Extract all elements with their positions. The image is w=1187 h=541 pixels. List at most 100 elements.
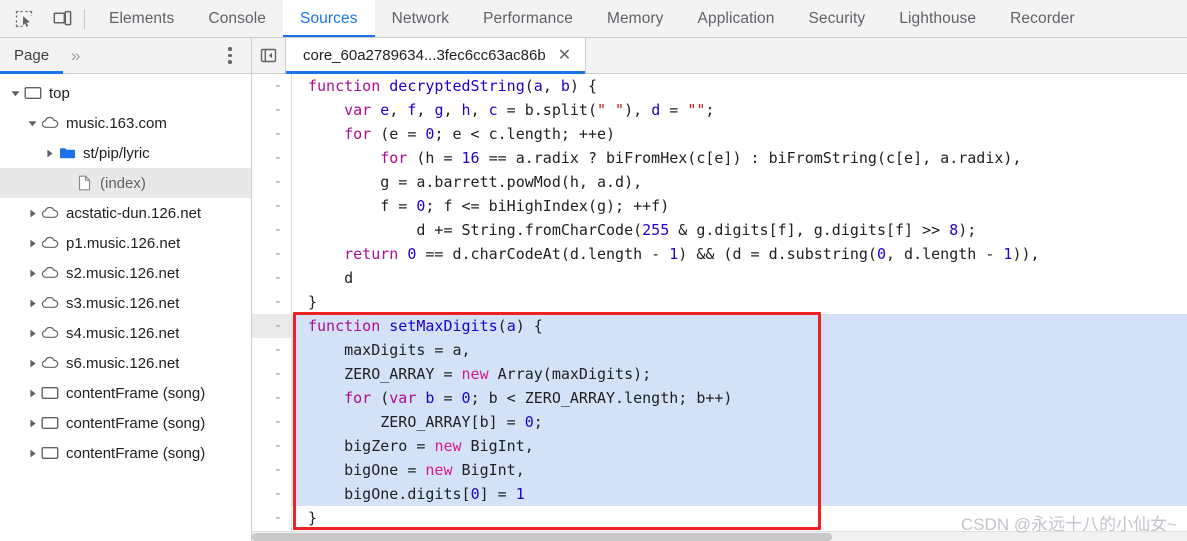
horizontal-scrollbar[interactable] [252, 531, 1187, 541]
line-gutter-marker[interactable]: - [252, 314, 292, 338]
line-gutter-marker[interactable]: - [252, 410, 292, 434]
panel-tab-security[interactable]: Security [791, 0, 882, 37]
tree-item[interactable]: contentFrame (song) [0, 438, 251, 468]
code-line[interactable]: - function setMaxDigits(a) { [252, 314, 1187, 338]
line-gutter-marker[interactable]: - [252, 218, 292, 242]
tree-item[interactable]: st/pip/lyric [0, 138, 251, 168]
line-gutter-marker[interactable]: - [252, 506, 292, 530]
tree-item-label: s3.music.126.net [66, 294, 180, 312]
code-line[interactable]: - d += String.fromCharCode(255 & g.digit… [252, 218, 1187, 242]
horizontal-scrollbar-thumb[interactable] [252, 533, 832, 541]
code-line-text: bigOne.digits[0] = 1 [292, 482, 1187, 506]
chevron-right-icon[interactable] [25, 299, 39, 308]
panel-tab-sources[interactable]: Sources [283, 0, 375, 37]
line-gutter-marker[interactable]: - [252, 338, 292, 362]
inspect-element-icon[interactable] [10, 5, 38, 33]
line-gutter-marker[interactable]: - [252, 194, 292, 218]
devtools-window: Elements Console Sources Network Performance… [0, 0, 1187, 541]
line-gutter-marker[interactable]: - [252, 242, 292, 266]
tree-item[interactable]: s6.music.126.net [0, 348, 251, 378]
code-line-text: function decryptedString(a, b) { [308, 77, 597, 95]
tree-item[interactable]: acstatic-dun.126.net [0, 198, 251, 228]
code-line[interactable]: - ZERO_ARRAY = new Array(maxDigits); [252, 362, 1187, 386]
code-editor[interactable]: - function decryptedString(a, b) {- var e… [252, 74, 1187, 541]
tree-item[interactable]: contentFrame (song) [0, 378, 251, 408]
tree-item[interactable]: p1.music.126.net [0, 228, 251, 258]
chevron-right-icon[interactable] [42, 149, 56, 158]
tree-item-label: top [49, 84, 70, 102]
line-gutter-marker[interactable]: - [252, 290, 292, 314]
chevron-right-icon[interactable] [25, 269, 39, 278]
code-line-text: ZERO_ARRAY = new Array(maxDigits); [292, 362, 1187, 386]
code-line[interactable]: - ZERO_ARRAY[b] = 0; [252, 410, 1187, 434]
line-gutter-marker[interactable]: - [252, 458, 292, 482]
more-options-icon[interactable] [215, 38, 245, 73]
chevron-right-icon[interactable] [25, 419, 39, 428]
panel-tab-console[interactable]: Console [191, 0, 283, 37]
tree-item[interactable]: s2.music.126.net [0, 258, 251, 288]
line-gutter-marker[interactable]: - [252, 362, 292, 386]
editor-file-tab-label: core_60a2789634...3fec6cc63ac86b [303, 47, 546, 64]
code-line[interactable]: -} [252, 290, 1187, 314]
tree-item-label: st/pip/lyric [83, 144, 150, 162]
chevron-right-icon[interactable] [25, 389, 39, 398]
code-line[interactable]: - for (var b = 0; b < ZERO_ARRAY.length;… [252, 386, 1187, 410]
chevron-right-icon[interactable] [25, 359, 39, 368]
code-line[interactable]: - f = 0; f <= biHighIndex(g); ++f) [252, 194, 1187, 218]
code-line[interactable]: - return 0 == d.charCodeAt(d.length - 1)… [252, 242, 1187, 266]
chevron-right-icon[interactable] [25, 329, 39, 338]
panel-tab-label: Network [391, 9, 450, 27]
devtools-panel-tabs: Elements Console Sources Network Performance… [92, 0, 1187, 37]
tree-item[interactable]: contentFrame (song) [0, 408, 251, 438]
chevron-right-icon[interactable] [25, 239, 39, 248]
code-line-text: function setMaxDigits(a) { [292, 314, 1187, 338]
tree-item[interactable]: s3.music.126.net [0, 288, 251, 318]
panel-tab-label: Console [208, 9, 266, 27]
editor-file-tab[interactable]: core_60a2789634...3fec6cc63ac86b ✕ [286, 38, 587, 74]
panel-tab-performance[interactable]: Performance [466, 0, 590, 37]
navigator-tab-page[interactable]: Page [0, 38, 64, 74]
code-line[interactable]: - bigZero = new BigInt, [252, 434, 1187, 458]
line-gutter-marker[interactable]: - [252, 266, 292, 290]
tree-item[interactable]: top [0, 78, 251, 108]
navigator-more-tabs-icon[interactable]: » [63, 38, 86, 73]
code-line[interactable]: - g = a.barrett.powMod(h, a.d), [252, 170, 1187, 194]
code-line[interactable]: - maxDigits = a, [252, 338, 1187, 362]
frame-icon [39, 446, 61, 460]
chevron-down-icon[interactable] [25, 119, 39, 128]
code-line[interactable]: - bigOne.digits[0] = 1 [252, 482, 1187, 506]
panel-tab-recorder[interactable]: Recorder [993, 0, 1092, 37]
panel-tab-memory[interactable]: Memory [590, 0, 681, 37]
line-gutter-marker[interactable]: - [252, 170, 292, 194]
panel-tab-application[interactable]: Application [681, 0, 792, 37]
line-gutter-marker[interactable]: - [252, 434, 292, 458]
line-gutter-marker[interactable]: - [252, 386, 292, 410]
tree-item[interactable]: s4.music.126.net [0, 318, 251, 348]
code-line[interactable]: - var e, f, g, h, c = b.split(" "), d = … [252, 98, 1187, 122]
line-gutter-marker[interactable]: - [252, 98, 292, 122]
panel-tab-network[interactable]: Network [375, 0, 467, 37]
code-line[interactable]: - for (h = 16 == a.radix ? biFromHex(c[e… [252, 146, 1187, 170]
chevron-down-icon[interactable] [8, 89, 22, 98]
code-line[interactable]: -} [252, 506, 1187, 530]
line-gutter-marker[interactable]: - [252, 482, 292, 506]
code-line[interactable]: - bigOne = new BigInt, [252, 458, 1187, 482]
code-line[interactable]: - for (e = 0; e < c.length; ++e) [252, 122, 1187, 146]
toolbar-divider [84, 9, 85, 29]
show-navigator-icon[interactable] [252, 38, 286, 73]
device-toolbar-icon[interactable] [48, 5, 76, 33]
tree-item[interactable]: (index) [0, 168, 251, 198]
line-gutter-marker[interactable]: - [252, 122, 292, 146]
code-line[interactable]: - function decryptedString(a, b) { [252, 74, 1187, 98]
panel-tab-lighthouse[interactable]: Lighthouse [882, 0, 993, 37]
code-line[interactable]: - d [252, 266, 1187, 290]
code-line-text: } [308, 509, 318, 527]
line-gutter-marker[interactable]: - [252, 74, 292, 98]
chevron-right-icon[interactable] [25, 209, 39, 218]
frame-icon [39, 386, 61, 400]
close-icon[interactable]: ✕ [556, 46, 573, 66]
line-gutter-marker[interactable]: - [252, 146, 292, 170]
tree-item[interactable]: music.163.com [0, 108, 251, 138]
chevron-right-icon[interactable] [25, 449, 39, 458]
panel-tab-elements[interactable]: Elements [92, 0, 191, 37]
